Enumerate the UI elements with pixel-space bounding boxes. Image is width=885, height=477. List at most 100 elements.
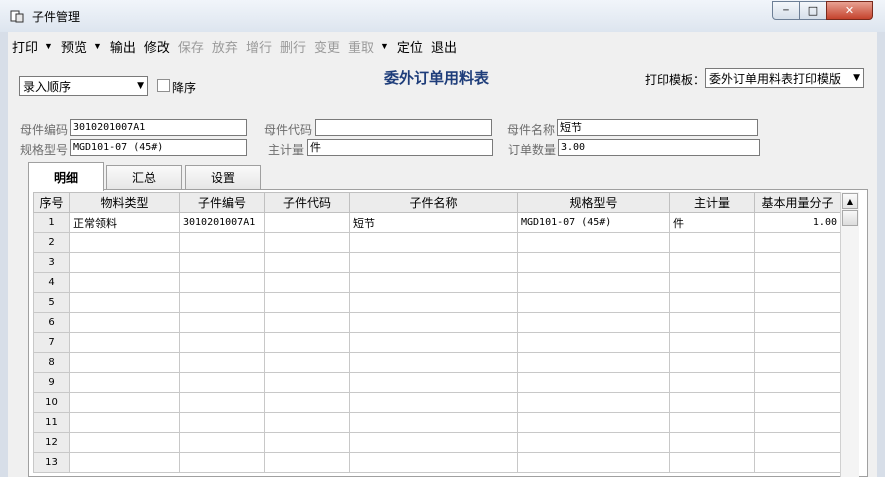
- table-cell[interactable]: [264, 272, 350, 293]
- column-header[interactable]: 子件编号: [179, 192, 265, 213]
- table-cell[interactable]: [69, 412, 180, 433]
- table-cell[interactable]: [517, 432, 670, 453]
- table-cell[interactable]: [69, 312, 180, 333]
- qty-field[interactable]: 3.00: [558, 139, 760, 156]
- table-cell[interactable]: 1.00: [754, 212, 841, 233]
- table-cell[interactable]: [349, 312, 518, 333]
- tab-summary[interactable]: 汇总: [106, 165, 182, 189]
- table-cell[interactable]: [517, 352, 670, 373]
- column-header[interactable]: 主计量: [669, 192, 755, 213]
- table-cell[interactable]: [179, 352, 265, 373]
- table-cell[interactable]: [179, 232, 265, 253]
- table-cell[interactable]: [264, 312, 350, 333]
- table-cell[interactable]: [264, 232, 350, 253]
- table-cell[interactable]: [517, 392, 670, 413]
- dropdown-arrow-icon[interactable]: ▼: [93, 41, 102, 51]
- toolbar-button-7[interactable]: 删行: [276, 35, 310, 57]
- table-cell[interactable]: [517, 292, 670, 313]
- table-row[interactable]: 12: [33, 432, 841, 453]
- parent-code-field[interactable]: 3010201007A1: [70, 119, 247, 136]
- table-cell[interactable]: [754, 352, 841, 373]
- table-cell[interactable]: [69, 272, 180, 293]
- table-cell[interactable]: 件: [669, 212, 755, 233]
- table-cell[interactable]: [264, 452, 350, 473]
- toolbar-button-2[interactable]: 输出: [106, 35, 140, 57]
- table-cell[interactable]: [264, 432, 350, 453]
- table-cell[interactable]: [517, 372, 670, 393]
- table-cell[interactable]: [264, 372, 350, 393]
- table-cell[interactable]: [517, 272, 670, 293]
- minimize-button[interactable]: ─: [772, 1, 800, 20]
- table-cell[interactable]: [754, 412, 841, 433]
- table-cell[interactable]: [264, 212, 350, 233]
- column-header[interactable]: 规格型号: [517, 192, 670, 213]
- table-cell[interactable]: [669, 252, 755, 273]
- table-cell[interactable]: 短节: [349, 212, 518, 233]
- table-cell[interactable]: [669, 352, 755, 373]
- spec-field[interactable]: MGD101-07 (45#): [70, 139, 247, 156]
- tab-detail[interactable]: 明细: [28, 162, 104, 191]
- table-cell[interactable]: [669, 232, 755, 253]
- table-row[interactable]: 13: [33, 452, 841, 473]
- table-cell[interactable]: [179, 412, 265, 433]
- table-row[interactable]: 1 正常领料 3010201007A1 短节 MGD101-07 (45#) 件 1.00: [33, 212, 841, 233]
- table-cell[interactable]: [349, 432, 518, 453]
- toolbar-button-11[interactable]: 退出: [427, 35, 461, 57]
- close-button[interactable]: ✕: [826, 1, 873, 20]
- column-header[interactable]: 序号: [33, 192, 70, 213]
- table-row[interactable]: 9: [33, 372, 841, 393]
- table-cell[interactable]: [517, 412, 670, 433]
- table-cell[interactable]: [669, 312, 755, 333]
- toolbar-button-9[interactable]: 重取 ▼: [344, 35, 393, 57]
- toolbar-button-5[interactable]: 放弃: [208, 35, 242, 57]
- vertical-scrollbar[interactable]: ▲: [840, 192, 859, 477]
- table-cell[interactable]: [669, 272, 755, 293]
- table-cell[interactable]: [669, 412, 755, 433]
- table-cell[interactable]: [179, 372, 265, 393]
- table-cell[interactable]: [754, 392, 841, 413]
- table-cell[interactable]: [69, 252, 180, 273]
- table-cell[interactable]: [264, 292, 350, 313]
- table-cell[interactable]: [349, 292, 518, 313]
- dropdown-arrow-icon[interactable]: ▼: [380, 41, 389, 51]
- table-cell[interactable]: [349, 352, 518, 373]
- table-cell[interactable]: [517, 252, 670, 273]
- scroll-thumb[interactable]: [842, 210, 858, 226]
- title-bar[interactable]: 子件管理 ─ □ ✕: [0, 0, 885, 32]
- column-header[interactable]: 物料类型: [69, 192, 180, 213]
- column-header[interactable]: 子件名称: [349, 192, 518, 213]
- table-cell[interactable]: [754, 292, 841, 313]
- table-row[interactable]: 8: [33, 352, 841, 373]
- table-cell[interactable]: [69, 352, 180, 373]
- table-cell[interactable]: MGD101-07 (45#): [517, 212, 670, 233]
- column-header[interactable]: 基本用量分子: [754, 192, 841, 213]
- toolbar-button-8[interactable]: 变更: [310, 35, 344, 57]
- table-row[interactable]: 2: [33, 232, 841, 253]
- table-cell[interactable]: [754, 252, 841, 273]
- table-cell[interactable]: [179, 432, 265, 453]
- table-cell[interactable]: [754, 432, 841, 453]
- table-cell[interactable]: [179, 392, 265, 413]
- table-cell[interactable]: [349, 232, 518, 253]
- table-cell[interactable]: [669, 452, 755, 473]
- table-row[interactable]: 6: [33, 312, 841, 333]
- table-cell[interactable]: [264, 352, 350, 373]
- toolbar-button-4[interactable]: 保存: [174, 35, 208, 57]
- table-cell[interactable]: [179, 332, 265, 353]
- table-cell[interactable]: [69, 292, 180, 313]
- table-cell[interactable]: [754, 452, 841, 473]
- table-cell[interactable]: 3010201007A1: [179, 212, 265, 233]
- table-cell[interactable]: [264, 252, 350, 273]
- table-cell[interactable]: [754, 312, 841, 333]
- maximize-button[interactable]: □: [799, 1, 827, 20]
- table-cell[interactable]: [69, 452, 180, 473]
- table-row[interactable]: 7: [33, 332, 841, 353]
- table-cell[interactable]: [754, 272, 841, 293]
- unit-field[interactable]: 件: [307, 139, 493, 156]
- table-cell[interactable]: [517, 232, 670, 253]
- toolbar-button-6[interactable]: 增行: [242, 35, 276, 57]
- scroll-up-arrow-icon[interactable]: ▲: [842, 193, 858, 209]
- table-cell[interactable]: [179, 252, 265, 273]
- table-row[interactable]: 5: [33, 292, 841, 313]
- table-row[interactable]: 10: [33, 392, 841, 413]
